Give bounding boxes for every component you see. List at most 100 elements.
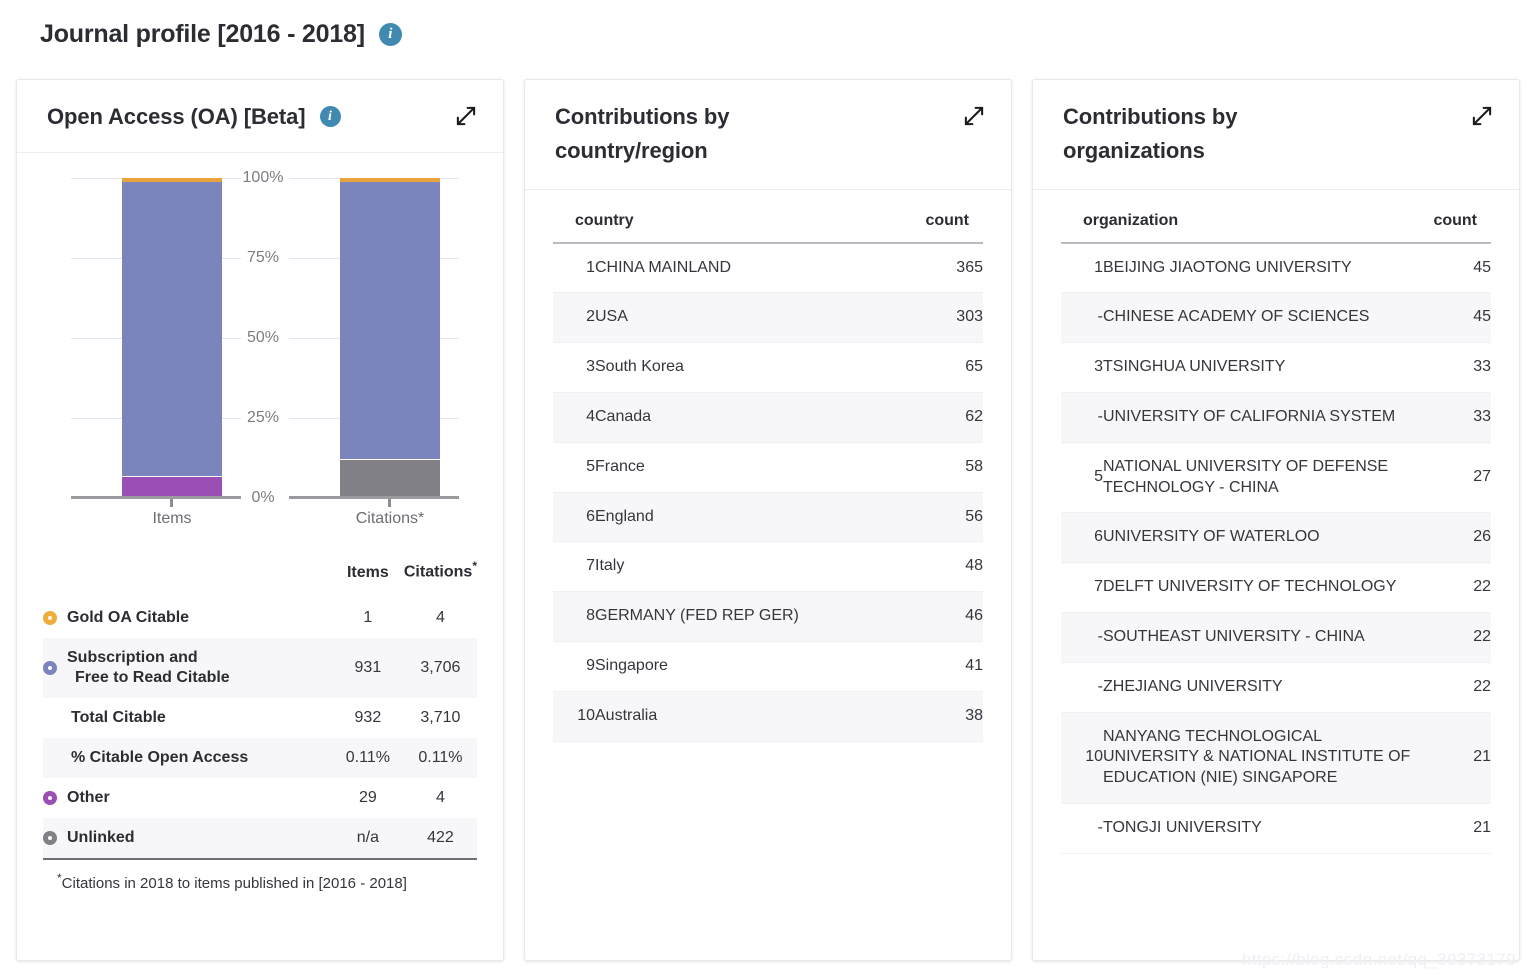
organization-name: UNIVERSITY OF WATERLOO — [1103, 512, 1421, 564]
table-row[interactable]: 5 NATIONAL UNIVERSITY OF DEFENSE TECHNOLO… — [1061, 442, 1491, 514]
organization-name: DELFT UNIVERSITY OF TECHNOLOGY — [1103, 562, 1421, 613]
country-table-wrapper: country count 1 CHINA MAINLAND 365 2 USA 303 3… — [525, 190, 1011, 742]
organization-col-name[interactable]: organization — [1061, 211, 1421, 244]
organization-count: 22 — [1421, 562, 1491, 613]
x-axis-tick-citations — [388, 499, 391, 508]
expand-icon[interactable] — [453, 103, 479, 129]
oa-col-citations: Citations* — [403, 559, 477, 581]
table-row[interactable]: - UNIVERSITY OF CALIFORNIA SYSTEM 33 — [1061, 392, 1491, 443]
organization-name: TSINGHUA UNIVERSITY — [1103, 342, 1421, 394]
expand-icon[interactable] — [1469, 103, 1495, 129]
organization-rank: 10 — [1061, 712, 1103, 804]
table-row[interactable]: - TONGJI UNIVERSITY 21 — [1061, 803, 1491, 854]
y-axis-tick-0: 0% — [251, 489, 275, 507]
bar-segment-unlinked — [340, 460, 440, 497]
table-row[interactable]: 3 South Korea 65 — [553, 342, 983, 394]
table-row[interactable]: - CHINESE ACADEMY OF SCIENCES 45 — [1061, 292, 1491, 344]
table-row[interactable]: 10 Australia 38 — [553, 691, 983, 742]
open-access-panel: Open Access (OA) [Beta] i 100% 75% 50% 2… — [16, 79, 504, 961]
open-access-footnote: *Citations in 2018 to items published in… — [57, 870, 407, 892]
oa-row-total-citable: Total Citable — [43, 698, 332, 738]
oa-items-value: 0.11% — [331, 737, 404, 778]
table-row[interactable]: 9 Singapore 41 — [553, 641, 983, 692]
y-axis-tick-25: 25% — [246, 409, 280, 427]
country-rank: 7 — [553, 541, 595, 593]
organization-count: 21 — [1421, 803, 1491, 854]
table-row[interactable]: 10 NANYANG TECHNOLOGICAL UNIVERSITY & NAT… — [1061, 712, 1491, 804]
organization-count: 45 — [1421, 292, 1491, 344]
table-row[interactable]: 6 UNIVERSITY OF WATERLOO 26 — [1061, 512, 1491, 564]
organization-name: BEIJING JIAOTONG UNIVERSITY — [1103, 242, 1421, 294]
country-rank: 9 — [553, 641, 595, 692]
table-row[interactable]: 6 England 56 — [553, 492, 983, 543]
organization-name: ZHEJIANG UNIVERSITY — [1103, 662, 1421, 713]
country-table: country count 1 CHINA MAINLAND 365 2 USA 303 3… — [553, 211, 983, 742]
table-row[interactable]: - ZHEJIANG UNIVERSITY 22 — [1061, 662, 1491, 713]
info-icon[interactable]: i — [319, 106, 341, 127]
organization-contributions-panel: Contributions by organizations organizat… — [1032, 79, 1520, 961]
country-count: 65 — [913, 342, 983, 394]
country-count: 303 — [913, 292, 983, 344]
table-row: Unlinked n/a 422 — [43, 817, 477, 858]
table-row[interactable]: 7 Italy 48 — [553, 541, 983, 593]
table-row[interactable]: - SOUTHEAST UNIVERSITY - CHINA 22 — [1061, 612, 1491, 663]
country-name: Canada — [595, 392, 913, 443]
country-panel-title: Contributions by country/region — [555, 104, 730, 164]
country-rank: 6 — [553, 492, 595, 543]
bar-segment-subscription-free-to-read — [122, 182, 222, 477]
oa-citations-value: 4 — [435, 788, 445, 806]
table-row[interactable]: 2 USA 303 — [553, 292, 983, 344]
page-header: Journal profile [2016 - 2018] i — [40, 20, 402, 49]
country-name: CHINA MAINLAND — [595, 242, 913, 294]
x-axis-line — [71, 496, 241, 500]
organization-count: 33 — [1421, 342, 1491, 394]
country-name: France — [595, 442, 913, 493]
journal-profile-page: Journal profile [2016 - 2018] i Open Acc… — [0, 0, 1534, 980]
table-row[interactable]: 7 DELFT UNIVERSITY OF TECHNOLOGY 22 — [1061, 562, 1491, 613]
table-row[interactable]: 4 Canada 62 — [553, 392, 983, 443]
country-col-name[interactable]: country — [553, 211, 913, 244]
country-name: Singapore — [595, 641, 913, 692]
open-access-stats-table: Items Citations* Gold OA Citable 1 4 Sub… — [43, 559, 477, 858]
country-count: 41 — [913, 641, 983, 692]
country-panel-header: Contributions by country/region — [525, 80, 1011, 190]
expand-icon[interactable] — [961, 103, 987, 129]
y-axis-tick-50: 50% — [246, 329, 280, 347]
organization-rank: 3 — [1061, 342, 1103, 394]
organization-count: 21 — [1421, 712, 1491, 804]
organization-count: 45 — [1421, 242, 1491, 294]
info-icon[interactable]: i — [378, 23, 402, 46]
table-row[interactable]: 5 France 58 — [553, 442, 983, 493]
country-name: GERMANY (FED REP GER) — [595, 591, 913, 642]
oa-citations-value: 3,706 — [403, 637, 477, 698]
organization-col-count[interactable]: count — [1421, 211, 1491, 244]
organization-count: 26 — [1421, 512, 1491, 564]
oa-row-gold-oa-citable: Gold OA Citable — [43, 598, 332, 638]
bar-items[interactable] — [122, 178, 222, 497]
x-axis-label-citations: Citations* — [355, 510, 425, 528]
x-axis-tick-items — [170, 499, 173, 508]
country-name: England — [595, 492, 913, 543]
oa-citations-value: 422 — [403, 817, 477, 858]
bar-citations[interactable] — [340, 178, 440, 497]
legend-dot-unlinked — [43, 830, 57, 845]
organization-rank: - — [1061, 292, 1103, 344]
legend-dot-subscription — [43, 660, 57, 675]
table-row: Gold OA Citable 1 4 — [43, 598, 477, 638]
x-axis-label-items: Items — [152, 510, 192, 528]
organization-rank: - — [1061, 612, 1103, 663]
country-col-count[interactable]: count — [913, 211, 983, 244]
country-name: USA — [595, 292, 913, 344]
table-row[interactable]: 1 BEIJING JIAOTONG UNIVERSITY 45 — [1061, 242, 1491, 294]
country-rank: 10 — [553, 691, 595, 742]
country-rank: 5 — [553, 442, 595, 493]
table-row[interactable]: 3 TSINGHUA UNIVERSITY 33 — [1061, 342, 1491, 394]
organization-rank: - — [1061, 803, 1103, 854]
table-row[interactable]: 1 CHINA MAINLAND 365 — [553, 242, 983, 294]
country-rank: 8 — [553, 591, 595, 642]
organization-rank: 5 — [1061, 442, 1103, 514]
table-row: Subscription and Free to Read Citable 931… — [43, 637, 477, 698]
table-row[interactable]: 8 GERMANY (FED REP GER) 46 — [553, 591, 983, 642]
legend-dot-other — [43, 790, 57, 805]
organization-panel-title: Contributions by organizations — [1063, 104, 1238, 164]
